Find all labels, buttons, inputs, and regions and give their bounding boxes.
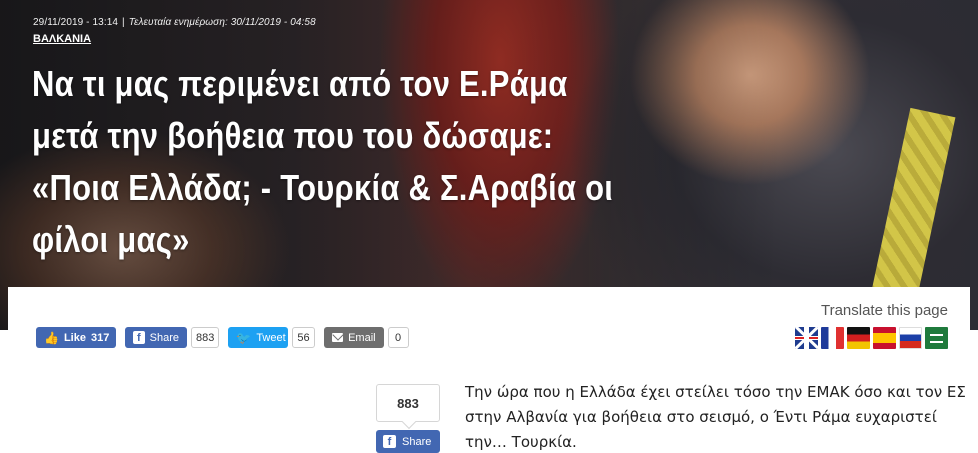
category-link[interactable]: ΒΑΛΚΑΝΙΑ: [33, 33, 91, 45]
like-label: Like: [63, 331, 86, 344]
twitter-icon: 🐦: [236, 330, 252, 345]
side-share-label: Share: [402, 435, 432, 448]
facebook-share-button[interactable]: f Share: [125, 327, 187, 348]
meta-separator: |: [122, 17, 125, 28]
uk-flag-icon[interactable]: [795, 327, 818, 349]
tweet-button[interactable]: 🐦 Tweet: [228, 327, 289, 348]
side-facebook-share-button[interactable]: f Share: [376, 430, 440, 453]
published-date: 29/11/2019 - 13:14: [33, 17, 119, 28]
share-bar: 👍 Like 317 f Share 883 🐦 Tweet 56 Email …: [36, 327, 409, 348]
email-count: 0: [387, 327, 409, 348]
facebook-like-button[interactable]: 👍 Like 317: [36, 327, 116, 348]
tweet-count: 56: [292, 327, 315, 348]
facebook-share-label: Share: [149, 331, 179, 344]
france-flag-icon[interactable]: [821, 327, 844, 349]
article-lead: Την ώρα που η Ελλάδα έχει στείλει τόσο τ…: [465, 383, 966, 451]
thumbs-up-icon: 👍: [44, 330, 59, 345]
email-label: Email: [348, 331, 376, 344]
like-count: 317: [90, 331, 110, 344]
russia-flag-icon[interactable]: [899, 327, 922, 349]
translate-flags: [795, 327, 948, 349]
tweet-label: Tweet: [256, 331, 286, 344]
side-share-count: 883: [376, 384, 440, 422]
spain-flag-icon[interactable]: [873, 327, 896, 349]
email-share-button[interactable]: Email: [323, 327, 384, 348]
facebook-icon: f: [383, 435, 396, 448]
facebook-icon: f: [133, 331, 145, 344]
facebook-share-count: 883: [191, 327, 220, 348]
article-meta: 29/11/2019 - 13:14 | Τελευταία ενημέρωση: …: [33, 17, 316, 28]
translate-title: Translate this page: [820, 302, 948, 319]
updated-date: Τελευταία ενημέρωση: 30/11/2019 - 04:58: [128, 17, 316, 28]
article-headline: Να τι μας περιμένει από τον Ε.Ράμα μετά …: [32, 63, 614, 260]
germany-flag-icon[interactable]: [847, 327, 870, 349]
envelope-icon: [331, 333, 344, 342]
saudi-arabia-flag-icon[interactable]: [925, 327, 948, 349]
